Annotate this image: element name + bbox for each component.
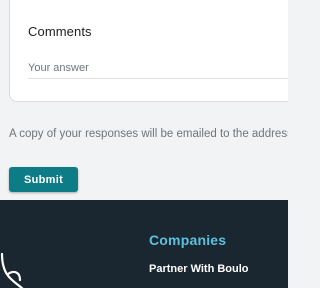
footer-heading-companies: Companies bbox=[149, 232, 227, 248]
form-area: Comments A copy of your responses will b… bbox=[0, 0, 288, 200]
submit-button[interactable]: Submit bbox=[9, 167, 78, 192]
brand-logo-icon[interactable] bbox=[0, 250, 30, 288]
page: Comments A copy of your responses will b… bbox=[0, 0, 288, 288]
question-card: Comments bbox=[9, 0, 288, 102]
email-copy-note: A copy of your responses will be emailed… bbox=[9, 128, 288, 140]
question-title: Comments bbox=[28, 24, 92, 39]
answer-input[interactable] bbox=[28, 61, 288, 79]
site-footer: Companies Partner With Boulo bbox=[0, 200, 288, 288]
footer-link-partner[interactable]: Partner With Boulo bbox=[149, 263, 249, 275]
